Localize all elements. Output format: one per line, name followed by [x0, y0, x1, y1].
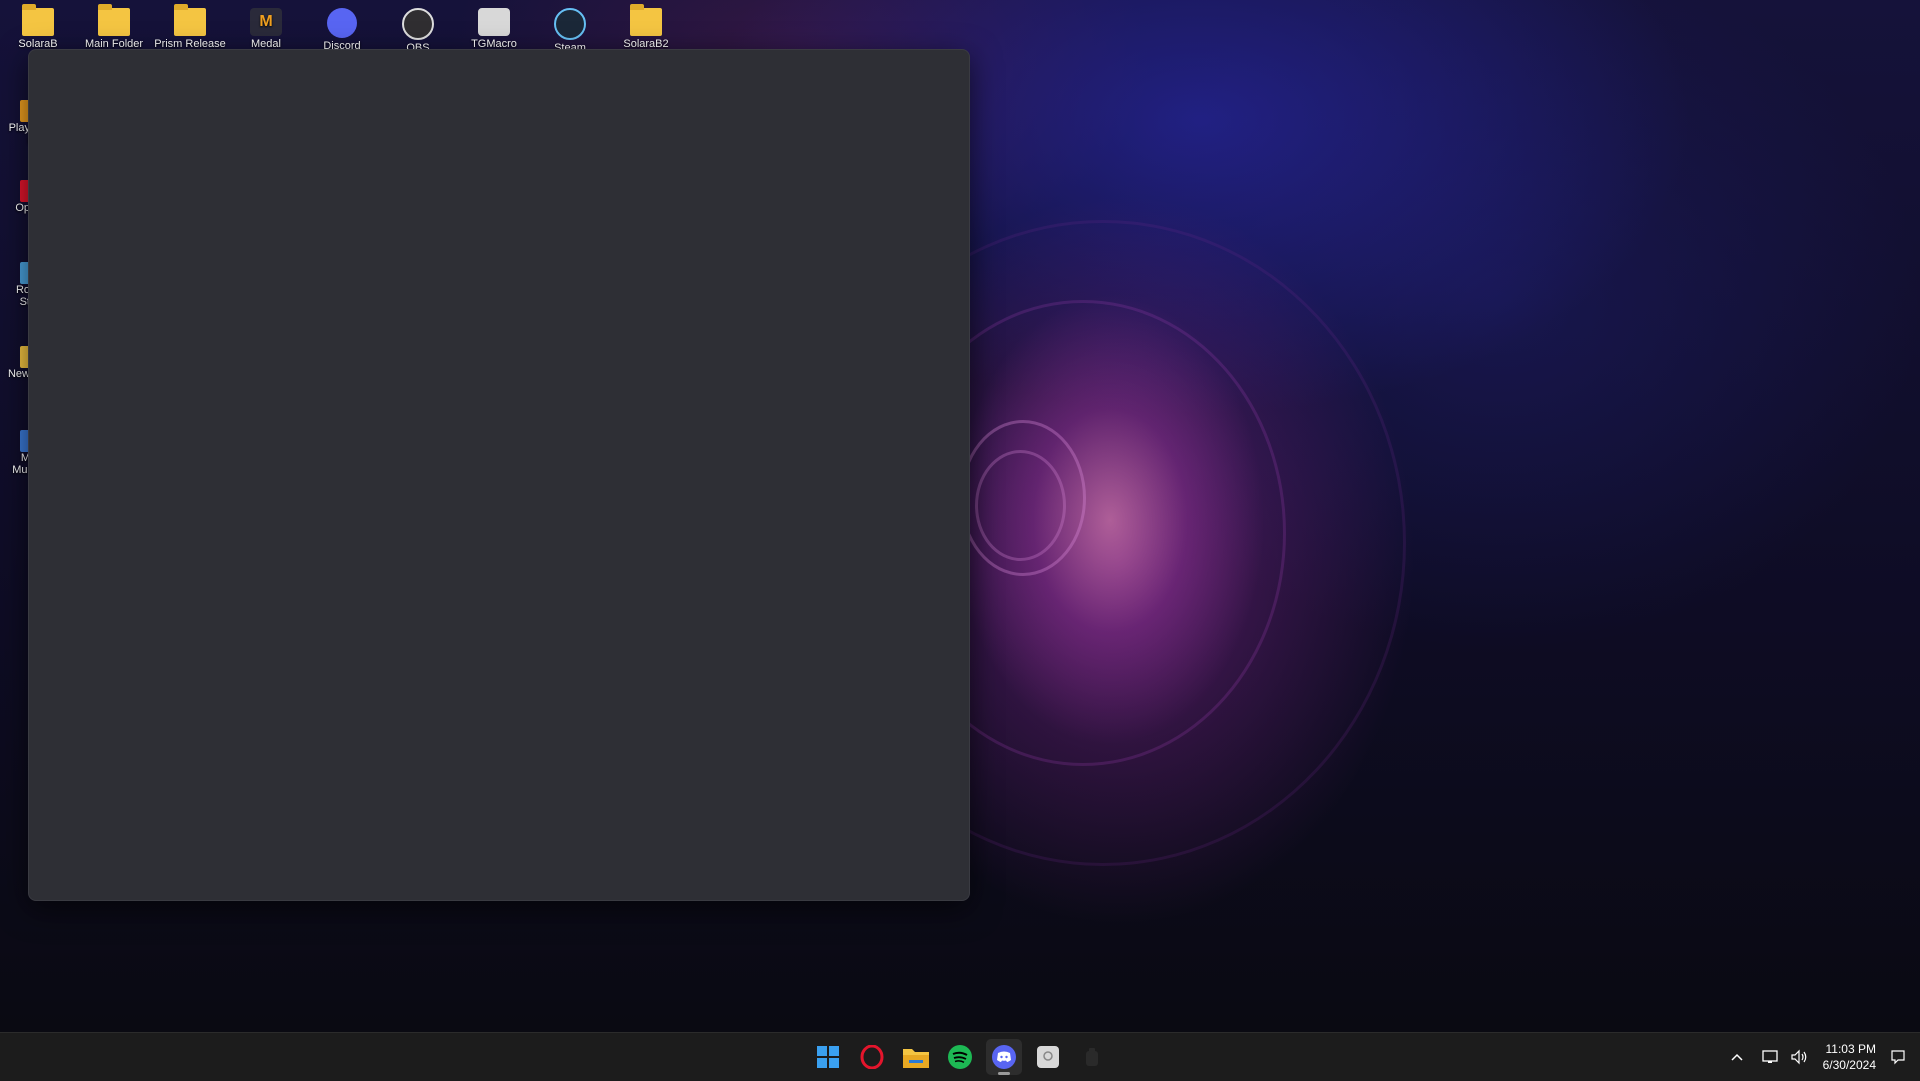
taskbar-start-button[interactable]: [810, 1039, 846, 1075]
steam-icon: [554, 8, 586, 40]
windows-start-icon: [817, 1046, 839, 1068]
clock-date: 6/30/2024: [1822, 1058, 1876, 1072]
medal-icon: M: [250, 8, 282, 36]
clock-time: 11:03 PM: [1825, 1042, 1876, 1056]
desktop-icon-discord[interactable]: Discord: [304, 4, 380, 52]
taskbar-discord-button[interactable]: [986, 1039, 1022, 1075]
obs-icon: [402, 8, 434, 40]
taskbar-opera-button[interactable]: [854, 1039, 890, 1075]
folder-icon: [174, 4, 206, 36]
desktop-icon-medal[interactable]: M Medal: [228, 4, 304, 50]
app-icon: [1086, 1048, 1098, 1066]
desktop-icon-solarab[interactable]: SolaraB: [0, 4, 76, 50]
folder-icon: [98, 4, 130, 36]
desktop-icon-main-folder[interactable]: Main Folder: [76, 4, 152, 50]
app-window-blank[interactable]: [28, 49, 970, 901]
folder-icon: [903, 1049, 929, 1068]
discord-icon: [992, 1045, 1016, 1069]
desktop-icon-steam[interactable]: Steam: [532, 4, 608, 54]
tgmacro-icon: [1037, 1046, 1059, 1068]
desktop-icon-prism-release[interactable]: Prism Release: [152, 4, 228, 50]
desktop-icon-left-5[interactable]: M Mul: [0, 430, 30, 476]
desktop-icon-tgmacro[interactable]: TGMacro: [456, 4, 532, 50]
desktop-icon-left-2[interactable]: Op: [0, 180, 30, 214]
volume-icon[interactable]: [1790, 1049, 1808, 1065]
taskbar-spotify-button[interactable]: [942, 1039, 978, 1075]
taskbar-app-button[interactable]: [1074, 1039, 1110, 1075]
desktop-icon-label: Play I: [8, 122, 30, 146]
taskbar: 11:03 PM 6/30/2024: [0, 1032, 1920, 1081]
desktop-icon-obs[interactable]: OBS: [380, 4, 456, 54]
folder-icon: [22, 4, 54, 36]
taskbar-clock[interactable]: 11:03 PM 6/30/2024: [1823, 1041, 1876, 1073]
desktop-icon-label: M Mul: [12, 452, 30, 476]
spotify-icon: [948, 1045, 972, 1069]
desktop-icon-solarab2[interactable]: SolaraB2: [608, 4, 684, 50]
desktop-icon-label: Op: [15, 202, 30, 214]
desktop-icon-left-4[interactable]: New: [0, 346, 30, 380]
chevron-up-icon[interactable]: [1730, 1052, 1744, 1062]
system-tray: [1730, 1033, 1808, 1081]
desktop-icon-label: New: [7, 368, 30, 380]
desktop-icon-label: Ro St: [15, 284, 30, 308]
taskbar-file-explorer-button[interactable]: [898, 1039, 934, 1075]
folder-icon: [630, 4, 662, 36]
desktop-icon-left-3[interactable]: Ro St: [0, 262, 30, 308]
network-icon[interactable]: [1762, 1049, 1780, 1065]
taskbar-tgmacro-button[interactable]: [1030, 1039, 1066, 1075]
desktop-icon-left-1[interactable]: Play I: [0, 100, 30, 146]
tgmacro-icon: [478, 8, 510, 36]
notification-icon[interactable]: [1890, 1049, 1906, 1065]
opera-icon: [860, 1045, 884, 1069]
discord-icon: [327, 8, 357, 38]
